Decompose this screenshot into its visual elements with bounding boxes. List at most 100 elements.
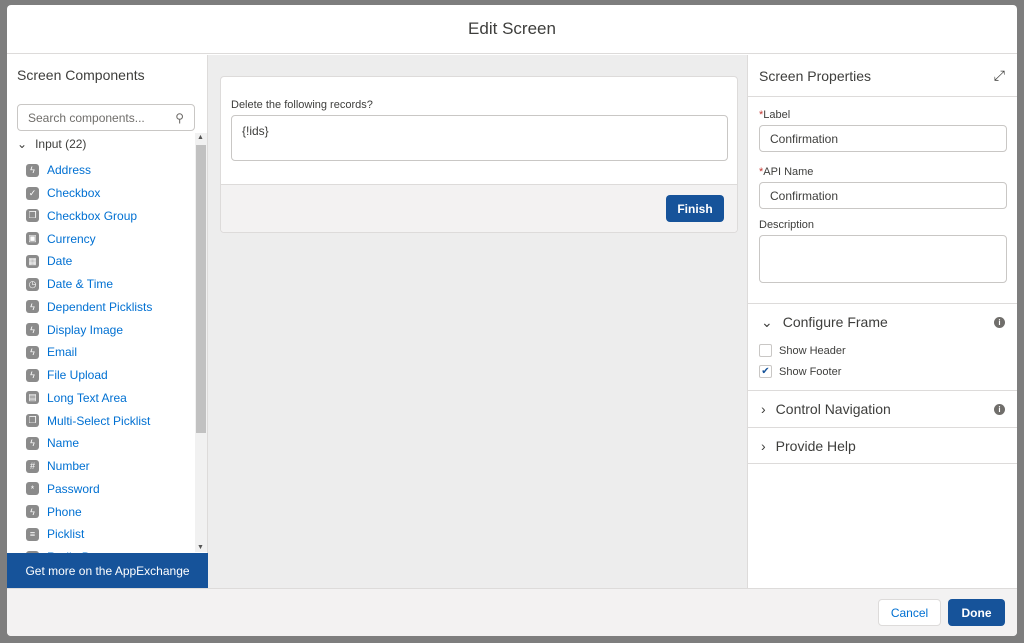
api-name-input[interactable]: Confirmation <box>759 182 1007 209</box>
ids-textarea[interactable]: {!ids} <box>231 115 728 161</box>
panel-title: Screen Components <box>17 67 145 83</box>
checkbox-label: Show Footer <box>779 365 842 378</box>
section-title: Control Navigation <box>775 401 891 417</box>
bolt-icon: ϟ <box>26 345 39 359</box>
chevron-right-icon: › <box>761 401 766 417</box>
list-item-label: Name <box>47 436 80 451</box>
info-icon[interactable]: i <box>994 316 1005 328</box>
list-item[interactable]: # Number <box>26 455 196 478</box>
finish-button[interactable]: Finish <box>666 195 724 222</box>
edit-screen-modal: Edit Screen Screen Components Search com… <box>7 5 1017 636</box>
group-input-toggle[interactable]: ⌄ Input (22) <box>17 137 86 151</box>
expand-icon[interactable]: ⤢ <box>994 67 1005 84</box>
search-input[interactable]: Search components... ⚲ <box>17 104 195 131</box>
scroll-down-icon[interactable]: ▼ <box>197 544 204 551</box>
list-item-label: Dependent Picklists <box>47 299 153 314</box>
done-button[interactable]: Done <box>948 599 1005 626</box>
list-item-label: Display Image <box>47 322 124 337</box>
currency-icon: ▣ <box>26 232 39 246</box>
list-item[interactable]: ◉Radio Buttons <box>26 546 196 553</box>
list-item[interactable]: ▤ Long Text Area <box>26 387 196 410</box>
search-icon: ⚲ <box>175 111 184 125</box>
cancel-button[interactable]: Cancel <box>878 599 941 626</box>
list-item[interactable]: ϟ Name <box>26 432 196 455</box>
list-icon: ≡ <box>26 527 39 541</box>
list-item[interactable]: ϟ Phone <box>26 500 196 523</box>
canvas: Delete the following records? {!ids} Fin… <box>208 55 747 588</box>
list-item[interactable]: ϟ Display Image <box>26 318 196 341</box>
group-label: Input (22) <box>35 137 87 151</box>
list-item[interactable]: ϟ Address <box>26 159 196 182</box>
list-item-label: Address <box>47 163 92 178</box>
scrollbar[interactable]: ▲ ▼ <box>195 133 207 552</box>
list-item-label: Phone <box>47 504 82 519</box>
panel-title: Screen Properties <box>759 67 872 84</box>
info-icon[interactable]: i <box>994 403 1005 415</box>
chevron-down-icon: ⌄ <box>761 313 773 330</box>
checkbox-icon: ✓ <box>26 186 39 200</box>
appexchange-link[interactable]: Get more on the AppExchange <box>7 553 208 588</box>
control-navigation-section[interactable]: › Control Navigation i <box>748 390 1017 427</box>
api-name-label: API Name <box>763 166 814 178</box>
list-item[interactable]: ❐ Multi-Select Picklist <box>26 409 196 432</box>
list-item-label: Checkbox Group <box>47 208 138 223</box>
list-item-label: Email <box>47 345 78 360</box>
checkbox-label: Show Header <box>779 344 846 357</box>
component-list: ϟ Address ✓ Checkbox ❐ Checkbox Group ▣ Currenc… <box>26 159 196 553</box>
provide-help-section[interactable]: › Provide Help <box>748 427 1017 464</box>
list-item[interactable]: * Password <box>26 478 196 501</box>
prompt-label: Delete the following records? <box>231 99 373 111</box>
modal-footer: Cancel Done <box>7 588 1017 636</box>
chevron-right-icon: › <box>761 437 766 454</box>
list-item[interactable]: ϟ File Upload <box>26 364 196 387</box>
show-footer-checkbox[interactable]: ✔ Show Footer <box>759 361 1017 382</box>
search-placeholder: Search components... <box>28 111 145 125</box>
list-item[interactable]: ▣ Currency <box>26 227 196 250</box>
checkbox-checked-icon[interactable]: ✔ <box>759 365 772 378</box>
modal-title: Edit Screen <box>7 5 1017 54</box>
datetime-icon: ◷ <box>26 277 39 291</box>
screen-properties-panel: Screen Properties ⤢ *Label Confirmation *… <box>747 55 1017 588</box>
section-title: Provide Help <box>775 437 856 454</box>
list-item-label: File Upload <box>47 368 108 383</box>
label-input[interactable]: Confirmation <box>759 125 1007 152</box>
screen-components-panel: Screen Components Search components... ⚲… <box>7 55 208 588</box>
bolt-icon: ϟ <box>26 368 39 382</box>
list-item-label: Date & Time <box>47 277 114 292</box>
list-item-label: Number <box>47 459 90 474</box>
list-item[interactable]: ✓ Checkbox <box>26 182 196 205</box>
list-item[interactable]: ϟ Email <box>26 341 196 364</box>
checkbox-group-icon: ❐ <box>26 209 39 223</box>
checkbox-unchecked[interactable] <box>759 344 772 357</box>
show-header-checkbox[interactable]: Show Header <box>759 340 1017 361</box>
list-item[interactable]: ❐ Checkbox Group <box>26 205 196 228</box>
scroll-up-icon[interactable]: ▲ <box>197 134 204 141</box>
list-item[interactable]: ▦ Date <box>26 250 196 273</box>
list-item-label: Password <box>47 481 100 496</box>
description-label: Description <box>759 219 815 231</box>
textarea-icon: ▤ <box>26 391 39 405</box>
bolt-icon: ϟ <box>26 436 39 450</box>
card-footer: Finish <box>221 184 737 232</box>
screen-card[interactable]: Delete the following records? {!ids} Fin… <box>220 76 738 233</box>
password-icon: * <box>26 482 39 496</box>
description-textarea[interactable] <box>759 235 1007 283</box>
configure-frame-section[interactable]: ⌄ Configure Frame i <box>748 303 1017 340</box>
label-label: Label <box>763 109 791 121</box>
scrollbar-thumb[interactable] <box>196 145 206 433</box>
list-item-label: Date <box>47 254 73 269</box>
number-icon: # <box>26 459 39 473</box>
list-item-label: Currency <box>47 231 96 246</box>
multiselect-icon: ❐ <box>26 414 39 428</box>
section-title: Configure Frame <box>782 314 888 330</box>
list-item-label: Long Text Area <box>47 390 127 405</box>
list-item[interactable]: ϟ Dependent Picklists <box>26 296 196 319</box>
list-item-label: Multi-Select Picklist <box>47 413 151 428</box>
list-item[interactable]: ◷ Date & Time <box>26 273 196 296</box>
bolt-icon: ϟ <box>26 505 39 519</box>
bolt-icon: ϟ <box>26 300 39 314</box>
list-item-label: Checkbox <box>47 186 101 201</box>
bolt-icon: ϟ <box>26 163 39 177</box>
list-item[interactable]: ≡ Picklist <box>26 523 196 546</box>
bolt-icon: ϟ <box>26 323 39 337</box>
